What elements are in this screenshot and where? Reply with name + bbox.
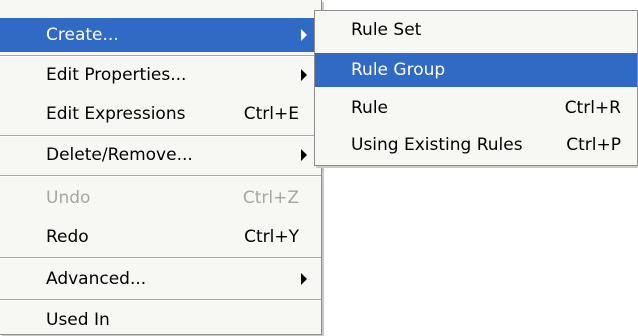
menu-item-shortcut: Ctrl+Y — [244, 227, 299, 247]
menu-item-label: Used In — [46, 310, 110, 330]
menu-item-create[interactable]: Create... — [0, 18, 321, 52]
menu-separator — [0, 257, 321, 259]
menu-item-shortcut: Ctrl+Z — [242, 188, 299, 208]
submenu-item-rule-group[interactable]: Rule Group — [315, 53, 637, 87]
menu-separator — [0, 299, 321, 301]
menu-separator — [0, 175, 321, 177]
menu-item-label: Using Existing Rules — [351, 135, 523, 155]
menu-item-label: Edit Expressions — [46, 104, 186, 124]
menu-item-redo[interactable]: Redo Ctrl+Y — [0, 221, 321, 253]
menu-item-label: Redo — [46, 227, 89, 247]
submenu-arrow-icon — [301, 273, 307, 285]
menu-item-shortcut: Ctrl+P — [566, 135, 621, 155]
submenu-item-using-existing-rules[interactable]: Using Existing Rules Ctrl+P — [315, 128, 637, 162]
submenu-arrow-icon — [301, 29, 307, 41]
menu-item-label: Rule Group — [351, 60, 446, 80]
submenu-item-rule-set[interactable]: Rule Set — [315, 13, 637, 47]
menu-item-delete-remove[interactable]: Delete/Remove... — [0, 139, 321, 171]
menu-item-label: Rule Set — [351, 20, 422, 40]
submenu-arrow-icon — [301, 69, 307, 81]
context-menu: Create... Edit Properties... Edit Expres… — [0, 0, 322, 335]
menu-item-used-in[interactable]: Used In — [0, 304, 321, 336]
menu-item-advanced[interactable]: Advanced... — [0, 263, 321, 295]
menu-item-shortcut: Ctrl+R — [564, 98, 621, 118]
create-submenu: Rule Set Rule Group Rule Ctrl+R Using Ex… — [314, 10, 638, 166]
submenu-item-rule[interactable]: Rule Ctrl+R — [315, 91, 637, 125]
menu-separator — [0, 55, 321, 57]
menu-item-label: Rule — [351, 98, 389, 118]
menu-item-edit-properties[interactable]: Edit Properties... — [0, 59, 321, 91]
menu-item-label: Delete/Remove... — [46, 145, 193, 165]
menu-item-label: Create... — [46, 25, 119, 45]
submenu-arrow-icon — [301, 149, 307, 161]
menu-item-shortcut: Ctrl+E — [243, 104, 299, 124]
menu-separator — [0, 135, 321, 137]
menu-item-label: Edit Properties... — [46, 65, 187, 85]
menu-item-edit-expressions[interactable]: Edit Expressions Ctrl+E — [0, 98, 321, 130]
menu-item-label: Undo — [46, 188, 91, 208]
menu-item-undo: Undo Ctrl+Z — [0, 182, 321, 214]
menu-item-label: Advanced... — [46, 269, 147, 289]
